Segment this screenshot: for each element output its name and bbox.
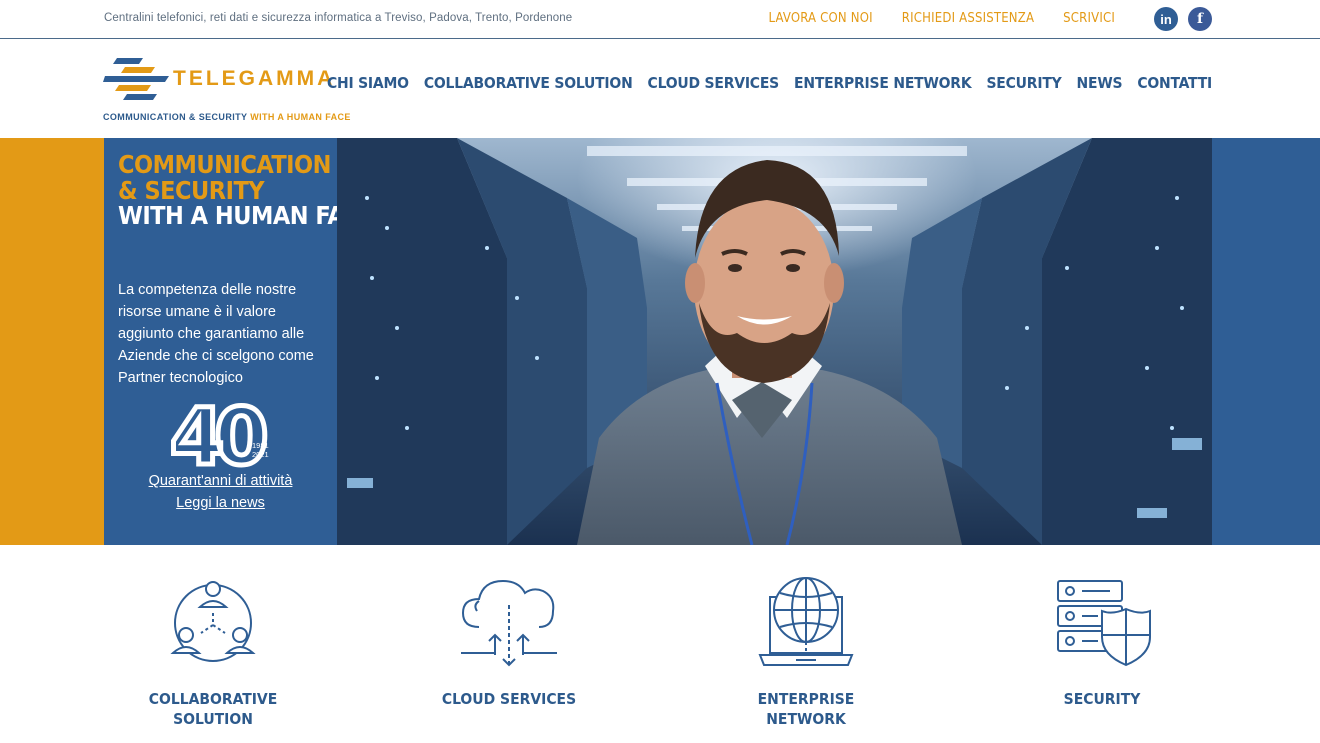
nav-enterprise-network[interactable]: ENTERPRISE NETWORK [794,74,972,92]
people-network-icon [170,581,256,662]
service-cloud-services[interactable]: CLOUD SERVICES [399,575,619,709]
hero-description: La competenza delle nostre risorse umane… [118,282,314,386]
globe-laptop-icon [758,577,854,666]
nav-collaborative-solution[interactable]: COLLABORATIVE SOLUTION [424,74,633,92]
hero-link-leggi-news[interactable]: Leggi la news [104,495,337,511]
top-link-lavora-con-noi[interactable]: LAVORA CON NOI [769,11,873,26]
hero-link-quarant-anni[interactable]: Quarant'anni di attività [104,473,337,489]
badge-number: 40 [170,400,265,472]
social-links: in f [1154,7,1212,31]
top-link-richiedi-assistenza[interactable]: RICHIEDI ASSISTENZA [902,11,1034,26]
service-label-line1: ENTERPRISE [757,690,855,708]
service-label-line1: SECURITY [1063,690,1141,708]
nav-chi-siamo[interactable]: CHI SIAMO [327,74,409,92]
linkedin-icon[interactable]: in [1154,7,1178,31]
service-label-line2: SOLUTION [173,710,253,728]
logo-subtitle-a: COMMUNICATION & SECURITY [103,112,248,122]
top-bar: Centralini telefonici, reti dati e sicur… [0,0,1320,39]
logo-subtitle-b: WITH A HUMAN FACE [250,112,351,122]
server-shield-icon [1057,580,1151,667]
service-security[interactable]: SECURITY [992,575,1212,709]
badge-year-end: 2021 [252,450,269,459]
cloud-upload-icon [461,579,557,667]
service-enterprise-network[interactable]: ENTERPRISE NETWORK [696,575,916,729]
service-label-line2: NETWORK [766,710,846,728]
services-section: COLLABORATIVE SOLUTION CLOUD SERVICES EN… [0,545,1320,743]
logo-wordmark: TELEGAMMA [173,67,336,90]
hero-blue-band [1212,138,1320,545]
hero-text-panel: COMMUNICATION & SECURITY WITH A HUMAN FA… [104,138,376,545]
nav-cloud-services[interactable]: CLOUD SERVICES [648,74,780,92]
top-link-scrivici[interactable]: SCRIVICI [1063,11,1115,26]
nav-contatti[interactable]: CONTATTI [1137,74,1212,92]
hero-section: COMMUNICATION & SECURITY WITH A HUMAN FA… [0,138,1320,545]
telegamma-logo[interactable]: TELEGAMMA COMMUNICATION & SECURITY WITH … [103,56,350,126]
service-label-line1: COLLABORATIVE [148,690,278,708]
logo-subtitle: COMMUNICATION & SECURITY WITH A HUMAN FA… [103,112,351,122]
service-collaborative-solution[interactable]: COLLABORATIVE SOLUTION [103,575,323,729]
hero-photo [337,138,1212,545]
hero-title-orange: COMMUNICATION & SECURITY [118,150,331,205]
nav-news[interactable]: NEWS [1077,74,1123,92]
service-label-line1: CLOUD SERVICES [441,690,577,708]
top-links: LAVORA CON NOI RICHIEDI ASSISTENZA SCRIV… [769,11,1116,26]
site-tagline: Centralini telefonici, reti dati e sicur… [104,12,573,24]
logo-mark-icon [103,58,169,100]
badge-years: 1981 2021 [252,441,269,459]
facebook-icon[interactable]: f [1188,7,1212,31]
main-nav: CHI SIAMO COLLABORATIVE SOLUTION CLOUD S… [327,74,1212,92]
nav-security[interactable]: SECURITY [986,74,1061,92]
forty-years-badge-icon: 40 [170,400,278,472]
site-header: TELEGAMMA COMMUNICATION & SECURITY WITH … [0,40,1320,138]
hero-datacenter-illustration [337,138,1212,545]
badge-year-start: 1981 [252,441,269,450]
hero-orange-band [0,138,104,545]
